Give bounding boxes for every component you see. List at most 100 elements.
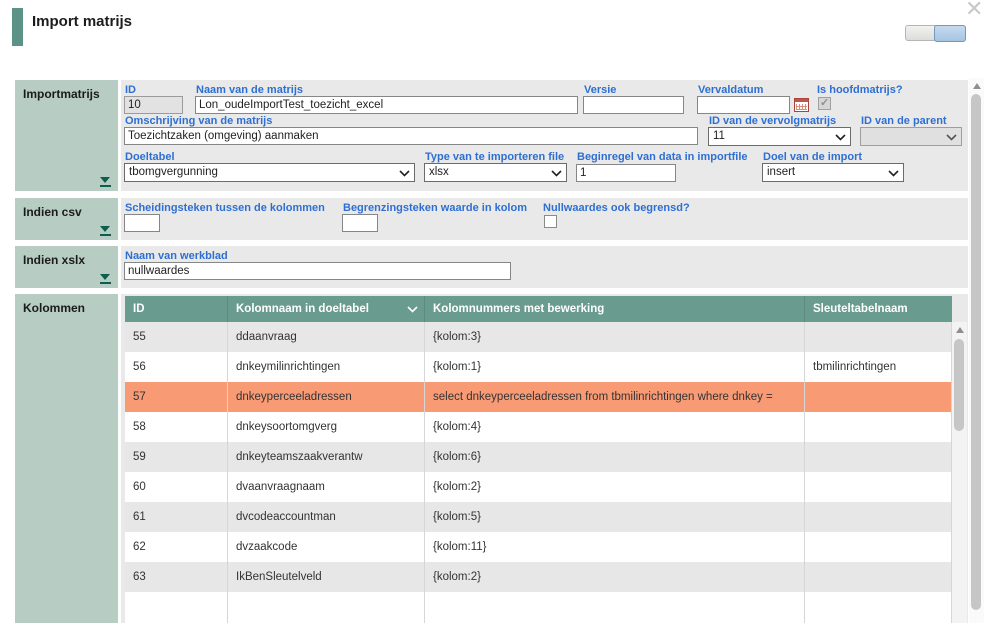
table-row[interactable]: 63IkBenSleutelveld{kolom:2}	[125, 562, 952, 592]
id-label: ID	[125, 84, 136, 96]
table-cell: {kolom:5}	[425, 502, 805, 532]
section-label-kolommen: Kolommen	[15, 294, 118, 623]
table-cell: 62	[125, 532, 228, 562]
table-cell	[805, 412, 952, 442]
col-header-kolomnaam[interactable]: Kolomnaam in doeltabel	[228, 296, 425, 322]
scroll-up-icon[interactable]	[973, 83, 981, 89]
chevron-down-icon	[835, 134, 846, 141]
collapse-icon[interactable]	[100, 274, 111, 284]
collapse-icon[interactable]	[100, 177, 111, 187]
is-hoofdmatrijs-checkbox	[818, 97, 831, 110]
table-cell: dvaanvraagnaam	[228, 472, 425, 502]
beginregel-field[interactable]	[576, 164, 676, 182]
collapse-icon[interactable]	[100, 226, 111, 236]
vervolgmatrijs-select[interactable]: 11	[708, 127, 851, 146]
scrollbar-thumb[interactable]	[954, 339, 964, 431]
select-value: tbomgvergunning	[129, 166, 218, 178]
table-row[interactable]: 58dnkeysoortomgverg{kolom:4}	[125, 412, 952, 442]
table-row[interactable]: 57dnkeyperceeladressenselect dnkeypercee…	[125, 382, 952, 412]
toggle-knob	[934, 25, 966, 42]
werkblad-label: Naam van werkblad	[125, 250, 228, 262]
table-cell: dvzaakcode	[228, 532, 425, 562]
nullwaardes-label: Nullwaardes ook begrensd?	[543, 202, 690, 214]
begrenzingsteken-field[interactable]	[342, 214, 378, 232]
naam-field[interactable]	[195, 96, 578, 114]
table-row[interactable]: 60dvaanvraagnaam{kolom:2}	[125, 472, 952, 502]
table-cell: {kolom:3}	[425, 322, 805, 352]
table-cell: {kolom:2}	[425, 472, 805, 502]
close-icon[interactable]: ✕	[965, 0, 983, 22]
table-cell: 58	[125, 412, 228, 442]
table-cell: dvcodeaccountman	[228, 502, 425, 532]
id-field	[124, 96, 183, 114]
doeltabel-select[interactable]: tbomgvergunning	[124, 163, 415, 182]
table-cell: select dnkeyperceeladressen from tbmilin…	[425, 382, 805, 412]
table-row[interactable]	[125, 592, 952, 623]
beginregel-label: Beginregel van data in importfile	[577, 151, 748, 163]
col-header-kolomnummers[interactable]: Kolomnummers met bewerking	[425, 296, 805, 322]
section-title-importmatrijs: Importmatrijs	[23, 87, 100, 101]
section-label-indien-xslx: Indien xslx	[15, 246, 118, 288]
select-value: insert	[767, 166, 795, 178]
table-cell: IkBenSleutelveld	[228, 562, 425, 592]
table-cell: 57	[125, 382, 228, 412]
doeltabel-label: Doeltabel	[125, 151, 175, 163]
col-header-label: Kolomnaam in doeltabel	[236, 296, 369, 322]
table-row[interactable]: 62dvzaakcode{kolom:11}	[125, 532, 952, 562]
table-cell: tbmilinrichtingen	[805, 352, 952, 382]
scheidingsteken-field[interactable]	[124, 214, 160, 232]
naam-label: Naam van de matrijs	[196, 84, 303, 96]
vervolgmatrijs-label: ID van de vervolgmatrijs	[709, 115, 836, 127]
chevron-down-icon	[551, 170, 562, 177]
table-cell: dnkeysoortomgverg	[228, 412, 425, 442]
table-row[interactable]: 59dnkeyteamszaakverantw{kolom:6}	[125, 442, 952, 472]
table-scrollbar[interactable]	[952, 322, 967, 623]
table-cell: dnkeyteamszaakverantw	[228, 442, 425, 472]
import-matrijs-window: Import matrijs ✕ Importmatrijs ID Naam v…	[0, 0, 1000, 623]
select-value: 11	[713, 130, 725, 142]
table-cell	[805, 592, 952, 623]
calendar-icon[interactable]	[794, 98, 809, 112]
table-cell: 56	[125, 352, 228, 382]
scheidingsteken-label: Scheidingsteken tussen de kolommen	[125, 202, 325, 214]
sort-chevron-icon[interactable]	[407, 306, 418, 313]
table-cell: 63	[125, 562, 228, 592]
table-cell: {kolom:6}	[425, 442, 805, 472]
table-cell	[805, 322, 952, 352]
omschrijving-field[interactable]	[124, 127, 698, 145]
section-label-importmatrijs: Importmatrijs	[15, 80, 118, 191]
scrollbar-thumb[interactable]	[971, 94, 981, 610]
table-cell: {kolom:4}	[425, 412, 805, 442]
table-cell: 59	[125, 442, 228, 472]
nullwaardes-checkbox[interactable]	[544, 215, 557, 228]
scroll-up-icon[interactable]	[956, 327, 964, 333]
section-title-indien-xslx: Indien xslx	[23, 253, 85, 267]
chevron-down-icon	[946, 134, 957, 141]
table-cell: {kolom:2}	[425, 562, 805, 592]
table-cell	[805, 502, 952, 532]
table-row[interactable]: 61dvcodeaccountman{kolom:5}	[125, 502, 952, 532]
table-cell	[425, 592, 805, 623]
table-cell: ddaanvraag	[228, 322, 425, 352]
table-row[interactable]: 55ddaanvraag{kolom:3}	[125, 322, 952, 352]
filetype-select[interactable]: xlsx	[424, 163, 567, 182]
filetype-label: Type van te importeren file	[425, 151, 564, 163]
table-cell: 61	[125, 502, 228, 532]
parent-label: ID van de parent	[861, 115, 947, 127]
panel-scrollbar[interactable]	[969, 78, 984, 623]
doel-select[interactable]: insert	[762, 163, 904, 182]
table-cell	[228, 592, 425, 623]
table-cell: 55	[125, 322, 228, 352]
werkblad-field[interactable]	[124, 262, 511, 280]
vervaldatum-field[interactable]	[697, 96, 790, 114]
toggle-switch[interactable]	[905, 25, 966, 41]
col-header-sleuteltabelnaam[interactable]: Sleuteltabelnaam	[805, 296, 952, 322]
vervaldatum-label: Vervaldatum	[698, 84, 763, 96]
table-row[interactable]: 56dnkeymilinrichtingen{kolom:1}tbmilinri…	[125, 352, 952, 382]
table-cell: {kolom:11}	[425, 532, 805, 562]
kolommen-table: ID Kolomnaam in doeltabel Kolomnummers m…	[125, 296, 952, 623]
kolommen-table-body: 55ddaanvraag{kolom:3}56dnkeymilinrichtin…	[125, 322, 952, 623]
versie-field[interactable]	[583, 96, 684, 114]
col-header-id[interactable]: ID	[125, 296, 228, 322]
table-cell: 60	[125, 472, 228, 502]
